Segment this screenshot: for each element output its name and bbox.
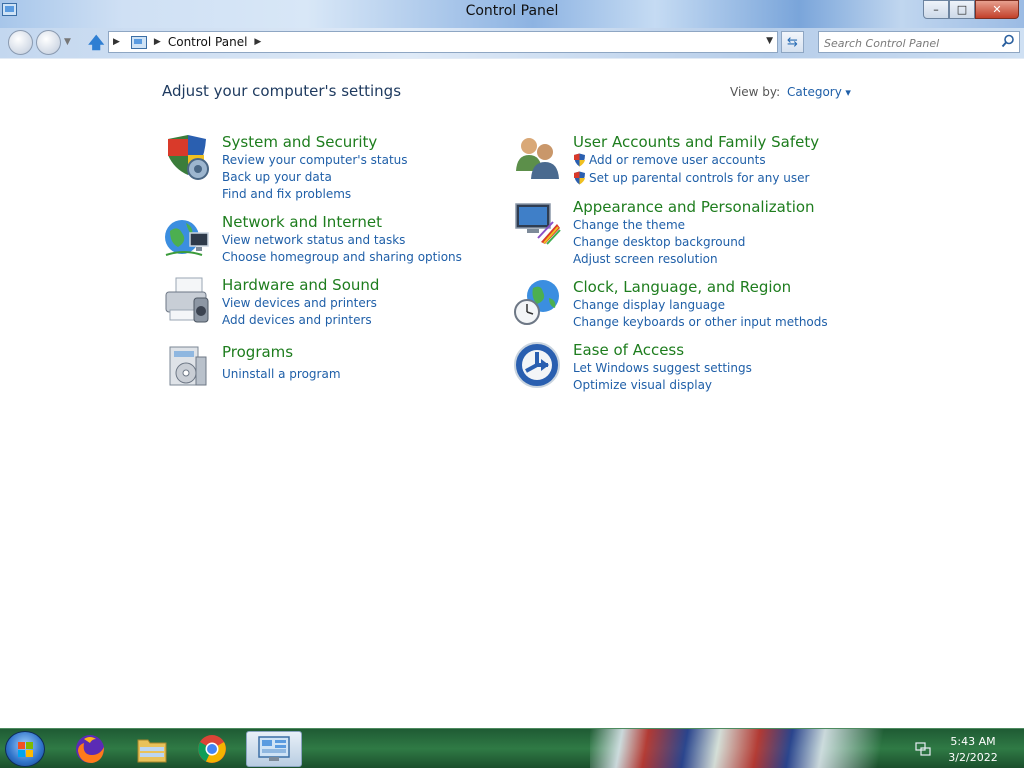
clock-globe-icon [514,280,559,325]
category-link[interactable]: Set up parental controls for any user [589,171,809,185]
navigation-bar: ▼ 🡅 ▶ ▶ Control Panel ▶ ▼ ⇆ [0,28,1024,58]
taskbar-file-explorer[interactable] [124,731,180,767]
category-link[interactable]: Change desktop background [573,235,745,249]
search-input[interactable] [824,33,999,54]
breadcrumb-separator-icon[interactable]: ▶ [154,37,161,47]
close-button[interactable]: ✕ [975,0,1019,19]
category-link[interactable]: Let Windows suggest settings [573,361,752,375]
uac-shield-icon [574,171,585,185]
up-arrow-icon[interactable]: 🡅 [88,32,104,59]
shield-icon [168,135,209,180]
taskbar: 5:43 AM 3/2/2022 [0,728,1024,768]
view-by-dropdown[interactable]: Category [787,85,851,99]
taskbar-control-panel[interactable] [246,731,302,767]
clock-date: 3/2/2022 [948,751,998,764]
category-link[interactable]: Back up your data [222,170,332,184]
category-title[interactable]: Appearance and Personalization [573,198,815,216]
firefox-icon [76,735,104,763]
page-title: Adjust your computer's settings [162,82,402,100]
address-dropdown-icon[interactable]: ▼ [766,36,773,46]
desktop-wallpaper-strip [590,729,910,768]
programs-icon [169,346,207,386]
search-box[interactable] [818,31,1020,54]
category-title[interactable]: User Accounts and Family Safety [573,133,819,151]
address-bar[interactable]: ▶ ▶ Control Panel ▶ ▼ [108,31,778,53]
category-title[interactable]: Clock, Language, and Region [573,278,791,296]
recent-pages-dropdown-icon[interactable]: ▼ [64,37,71,47]
taskbar-chrome[interactable] [184,731,240,767]
minimize-button[interactable]: – [923,0,949,19]
breadcrumb-expand-icon[interactable]: ▶ [254,37,261,47]
control-panel-content: Adjust your computer's settings View by:… [0,58,1024,728]
network-tray-icon[interactable] [915,741,931,757]
back-button[interactable] [8,30,33,55]
refresh-button[interactable]: ⇆ [781,31,804,53]
category-title[interactable]: System and Security [222,133,377,151]
network-icon [165,220,209,256]
window-title: Control Panel [465,3,559,19]
maximize-button[interactable]: □ [949,0,975,19]
category-title[interactable]: Ease of Access [573,341,684,359]
taskbar-firefox[interactable] [62,731,118,767]
appearance-icon [515,203,561,245]
category-link[interactable]: Add or remove user accounts [589,153,766,167]
clock-time: 5:43 AM [950,735,996,748]
category-link[interactable]: View network status and tasks [222,233,405,247]
view-by-label: View by: [730,85,781,99]
category-title[interactable]: Programs [222,343,293,361]
search-icon[interactable] [1001,34,1015,48]
breadcrumb-separator-icon[interactable]: ▶ [113,37,120,47]
file-explorer-icon [137,739,167,763]
category-title[interactable]: Hardware and Sound [222,276,379,294]
category-link[interactable]: Adjust screen resolution [573,252,718,266]
users-icon [516,138,559,179]
windows-logo-icon [18,742,33,757]
category-link[interactable]: Find and fix problems [222,187,351,201]
chrome-icon [198,735,226,763]
category-link[interactable]: Optimize visual display [573,378,712,392]
start-button[interactable] [5,731,45,767]
category-link[interactable]: Change the theme [573,218,685,232]
category-link[interactable]: Change keyboards or other input methods [573,315,828,329]
printer-icon [165,277,209,323]
system-clock[interactable]: 5:43 AM 3/2/2022 [940,734,1006,766]
title-bar[interactable]: Control Panel – □ ✕ [0,0,1024,30]
control-panel-icon [258,736,290,761]
breadcrumb-item[interactable]: Control Panel [168,35,248,49]
category-link[interactable]: View devices and printers [222,296,377,310]
forward-button[interactable] [36,30,61,55]
control-panel-icon [130,35,147,49]
category-link[interactable]: Review your computer's status [222,153,408,167]
accessibility-icon [514,342,560,388]
category-link[interactable]: Add devices and printers [222,313,372,327]
uac-shield-icon [574,153,585,167]
category-link[interactable]: Choose homegroup and sharing options [222,250,462,264]
category-link[interactable]: Change display language [573,298,725,312]
category-link[interactable]: Uninstall a program [222,367,341,381]
category-title[interactable]: Network and Internet [222,213,382,231]
